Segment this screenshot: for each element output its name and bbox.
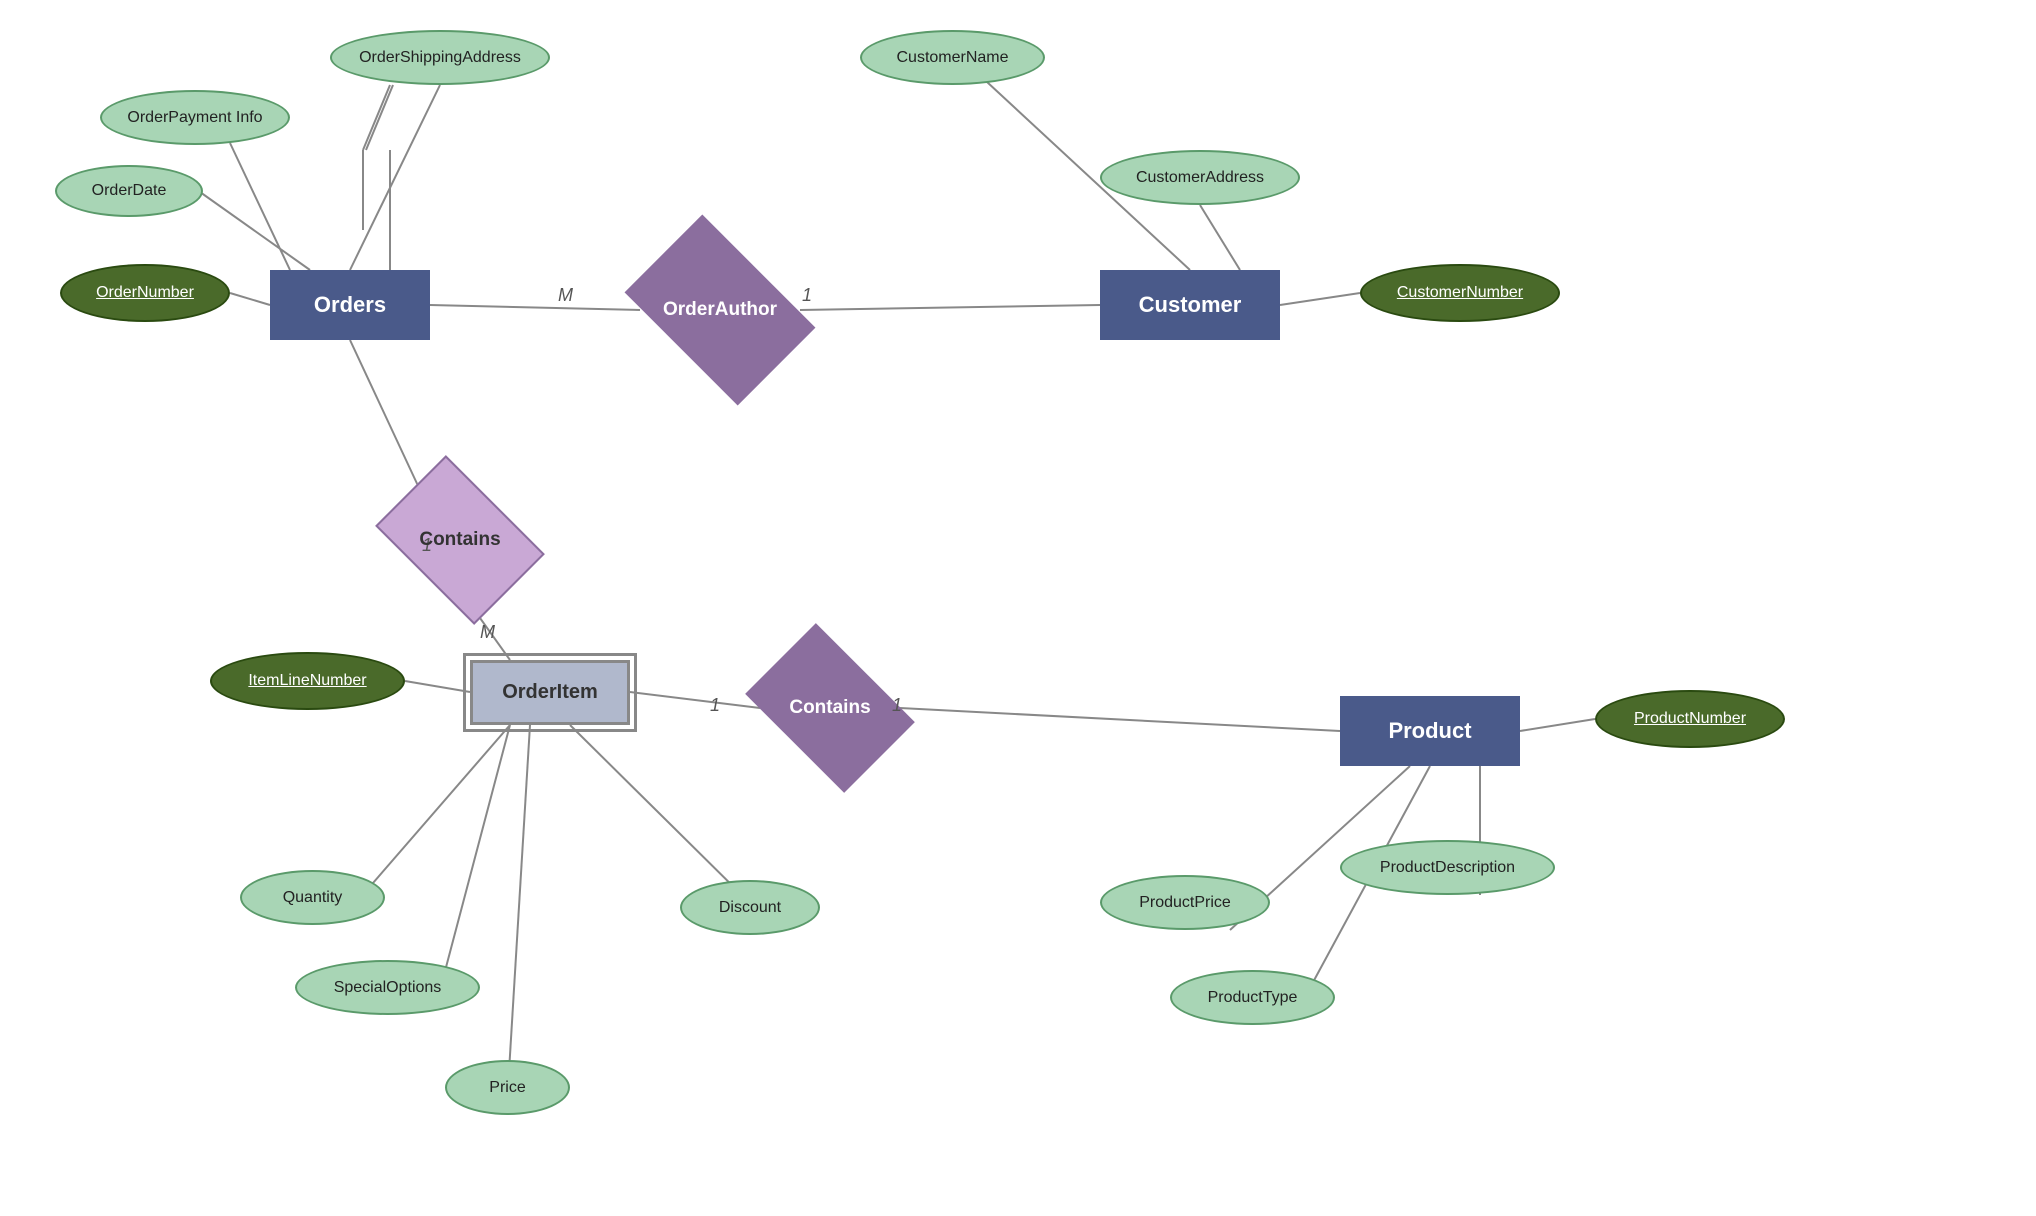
attr-customername: CustomerName: [860, 30, 1045, 85]
cardinality-1a: 1: [802, 285, 812, 306]
attr-producttype: ProductType: [1170, 970, 1335, 1025]
attr-customernumber: CustomerNumber: [1360, 264, 1560, 322]
cardinality-m2: M: [480, 622, 495, 643]
attr-orderpayment: OrderPayment Info: [100, 90, 290, 145]
entity-customer: Customer: [1100, 270, 1280, 340]
connector-lines: [0, 0, 2036, 1216]
entity-product: Product: [1340, 696, 1520, 766]
attr-price: Price: [445, 1060, 570, 1115]
er-diagram: Orders Customer Product OrderItem OrderA…: [0, 0, 2036, 1216]
attr-productdesc: ProductDescription: [1340, 840, 1555, 895]
cardinality-1d: 1: [892, 695, 902, 716]
relationship-orderauthor: OrderAuthor: [640, 255, 800, 365]
attr-ordershipping: OrderShippingAddress: [330, 30, 550, 85]
attr-itemlinenumber: ItemLineNumber: [210, 652, 405, 710]
cardinality-1c: 1: [710, 695, 720, 716]
attr-productnumber: ProductNumber: [1595, 690, 1785, 748]
attr-discount: Discount: [680, 880, 820, 935]
attr-productprice: ProductPrice: [1100, 875, 1270, 930]
relationship-contains1: Contains: [390, 490, 530, 590]
attr-ordernumber: OrderNumber: [60, 264, 230, 322]
attr-specialoptions: SpecialOptions: [295, 960, 480, 1015]
attr-customeraddress: CustomerAddress: [1100, 150, 1300, 205]
attr-orderdate: OrderDate: [55, 165, 203, 217]
attr-quantity: Quantity: [240, 870, 385, 925]
entity-orders: Orders: [270, 270, 430, 340]
entity-orderitem: OrderItem: [470, 660, 630, 725]
relationship-contains2: Contains: [760, 658, 900, 758]
cardinality-m1: M: [558, 285, 573, 306]
